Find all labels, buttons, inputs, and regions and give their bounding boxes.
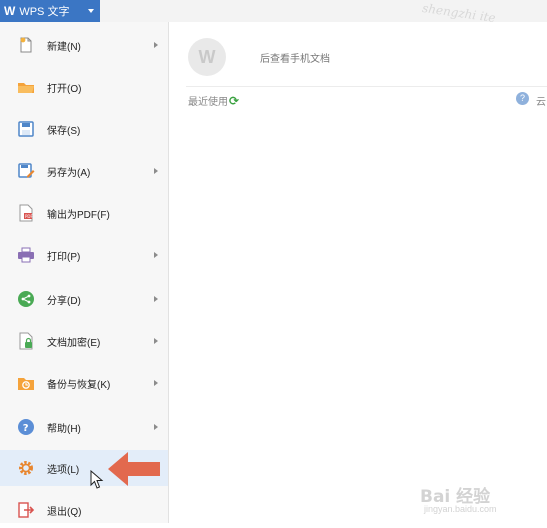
app-title: WPS 文字 xyxy=(19,6,70,18)
menu-item-label: 另存为(A) xyxy=(47,167,91,179)
help-icon: ? xyxy=(17,418,35,436)
menu-item-label: 分享(D) xyxy=(47,295,81,307)
svg-text:?: ? xyxy=(23,423,29,434)
export-pdf-icon: PDF xyxy=(17,204,35,222)
save-icon xyxy=(17,120,35,138)
menu-item-help[interactable]: ? 帮助(H) xyxy=(0,409,168,445)
menu-item-encrypt[interactable]: 文档加密(E) xyxy=(0,323,168,359)
file-menu: 新建(N) 打开(O) 保存(S) 另存为(A) PDF 输出为PDF(F) 打… xyxy=(0,22,169,523)
menu-item-open[interactable]: 打开(O) xyxy=(0,69,168,105)
cloud-docs-label[interactable]: 云 xyxy=(536,93,546,108)
submenu-arrow-icon xyxy=(154,380,158,386)
menu-item-print[interactable]: 打印(P) xyxy=(0,237,168,273)
menu-item-backup[interactable]: 备份与恢复(K) xyxy=(0,365,168,401)
submenu-arrow-icon xyxy=(154,338,158,344)
backstage-content-panel: W 后查看手机文档 最近使用 ⟳ ? 云 xyxy=(170,22,547,523)
menu-item-share[interactable]: 分享(D) xyxy=(0,281,168,317)
recent-header: 最近使用 ⟳ xyxy=(188,93,239,109)
submenu-arrow-icon xyxy=(154,168,158,174)
submenu-arrow-icon xyxy=(154,42,158,48)
backup-restore-icon xyxy=(17,374,35,392)
phone-docs-hint[interactable]: 后查看手机文档 xyxy=(260,50,330,65)
wps-logo-icon: W xyxy=(4,4,16,18)
submenu-arrow-icon xyxy=(154,252,158,258)
help-circle-icon[interactable]: ? xyxy=(516,92,529,105)
menu-item-label: 新建(N) xyxy=(47,41,81,53)
refresh-icon[interactable]: ⟳ xyxy=(229,94,239,108)
submenu-arrow-icon xyxy=(154,296,158,302)
divider xyxy=(186,86,547,87)
annotation-arrow-icon xyxy=(108,452,160,486)
menu-item-label: 打开(O) xyxy=(47,83,82,95)
menu-item-label: 保存(S) xyxy=(47,125,81,137)
encrypt-document-icon xyxy=(17,332,35,350)
menu-item-save[interactable]: 保存(S) xyxy=(0,111,168,147)
options-gear-icon xyxy=(17,459,35,477)
menu-item-label: 帮助(H) xyxy=(47,423,81,435)
menu-item-label: 文档加密(E) xyxy=(47,337,101,349)
menu-item-label: 打印(P) xyxy=(47,251,81,263)
menu-item-label: 输出为PDF(F) xyxy=(47,209,110,221)
svg-text:PDF: PDF xyxy=(25,214,33,219)
menu-item-label: 备份与恢复(K) xyxy=(47,379,111,391)
menu-item-label: 退出(Q) xyxy=(47,506,82,518)
avatar[interactable]: W xyxy=(188,38,226,76)
menu-item-save-as[interactable]: 另存为(A) xyxy=(0,153,168,189)
wps-app-menu-button[interactable]: W WPS 文字 xyxy=(0,0,100,22)
baidu-watermark-url: jingyan.baidu.com xyxy=(424,504,497,514)
menu-item-export-pdf[interactable]: PDF 输出为PDF(F) xyxy=(0,195,168,231)
exit-icon xyxy=(17,501,35,519)
new-document-icon xyxy=(17,36,35,54)
submenu-arrow-icon xyxy=(154,424,158,430)
save-as-icon xyxy=(17,162,35,180)
mouse-cursor-icon xyxy=(90,470,104,489)
printer-icon xyxy=(17,246,35,264)
share-icon xyxy=(17,290,35,308)
open-folder-icon xyxy=(17,78,35,96)
menu-item-new[interactable]: 新建(N) xyxy=(0,27,168,63)
caret-down-icon xyxy=(88,9,94,13)
recent-label: 最近使用 xyxy=(188,97,228,108)
